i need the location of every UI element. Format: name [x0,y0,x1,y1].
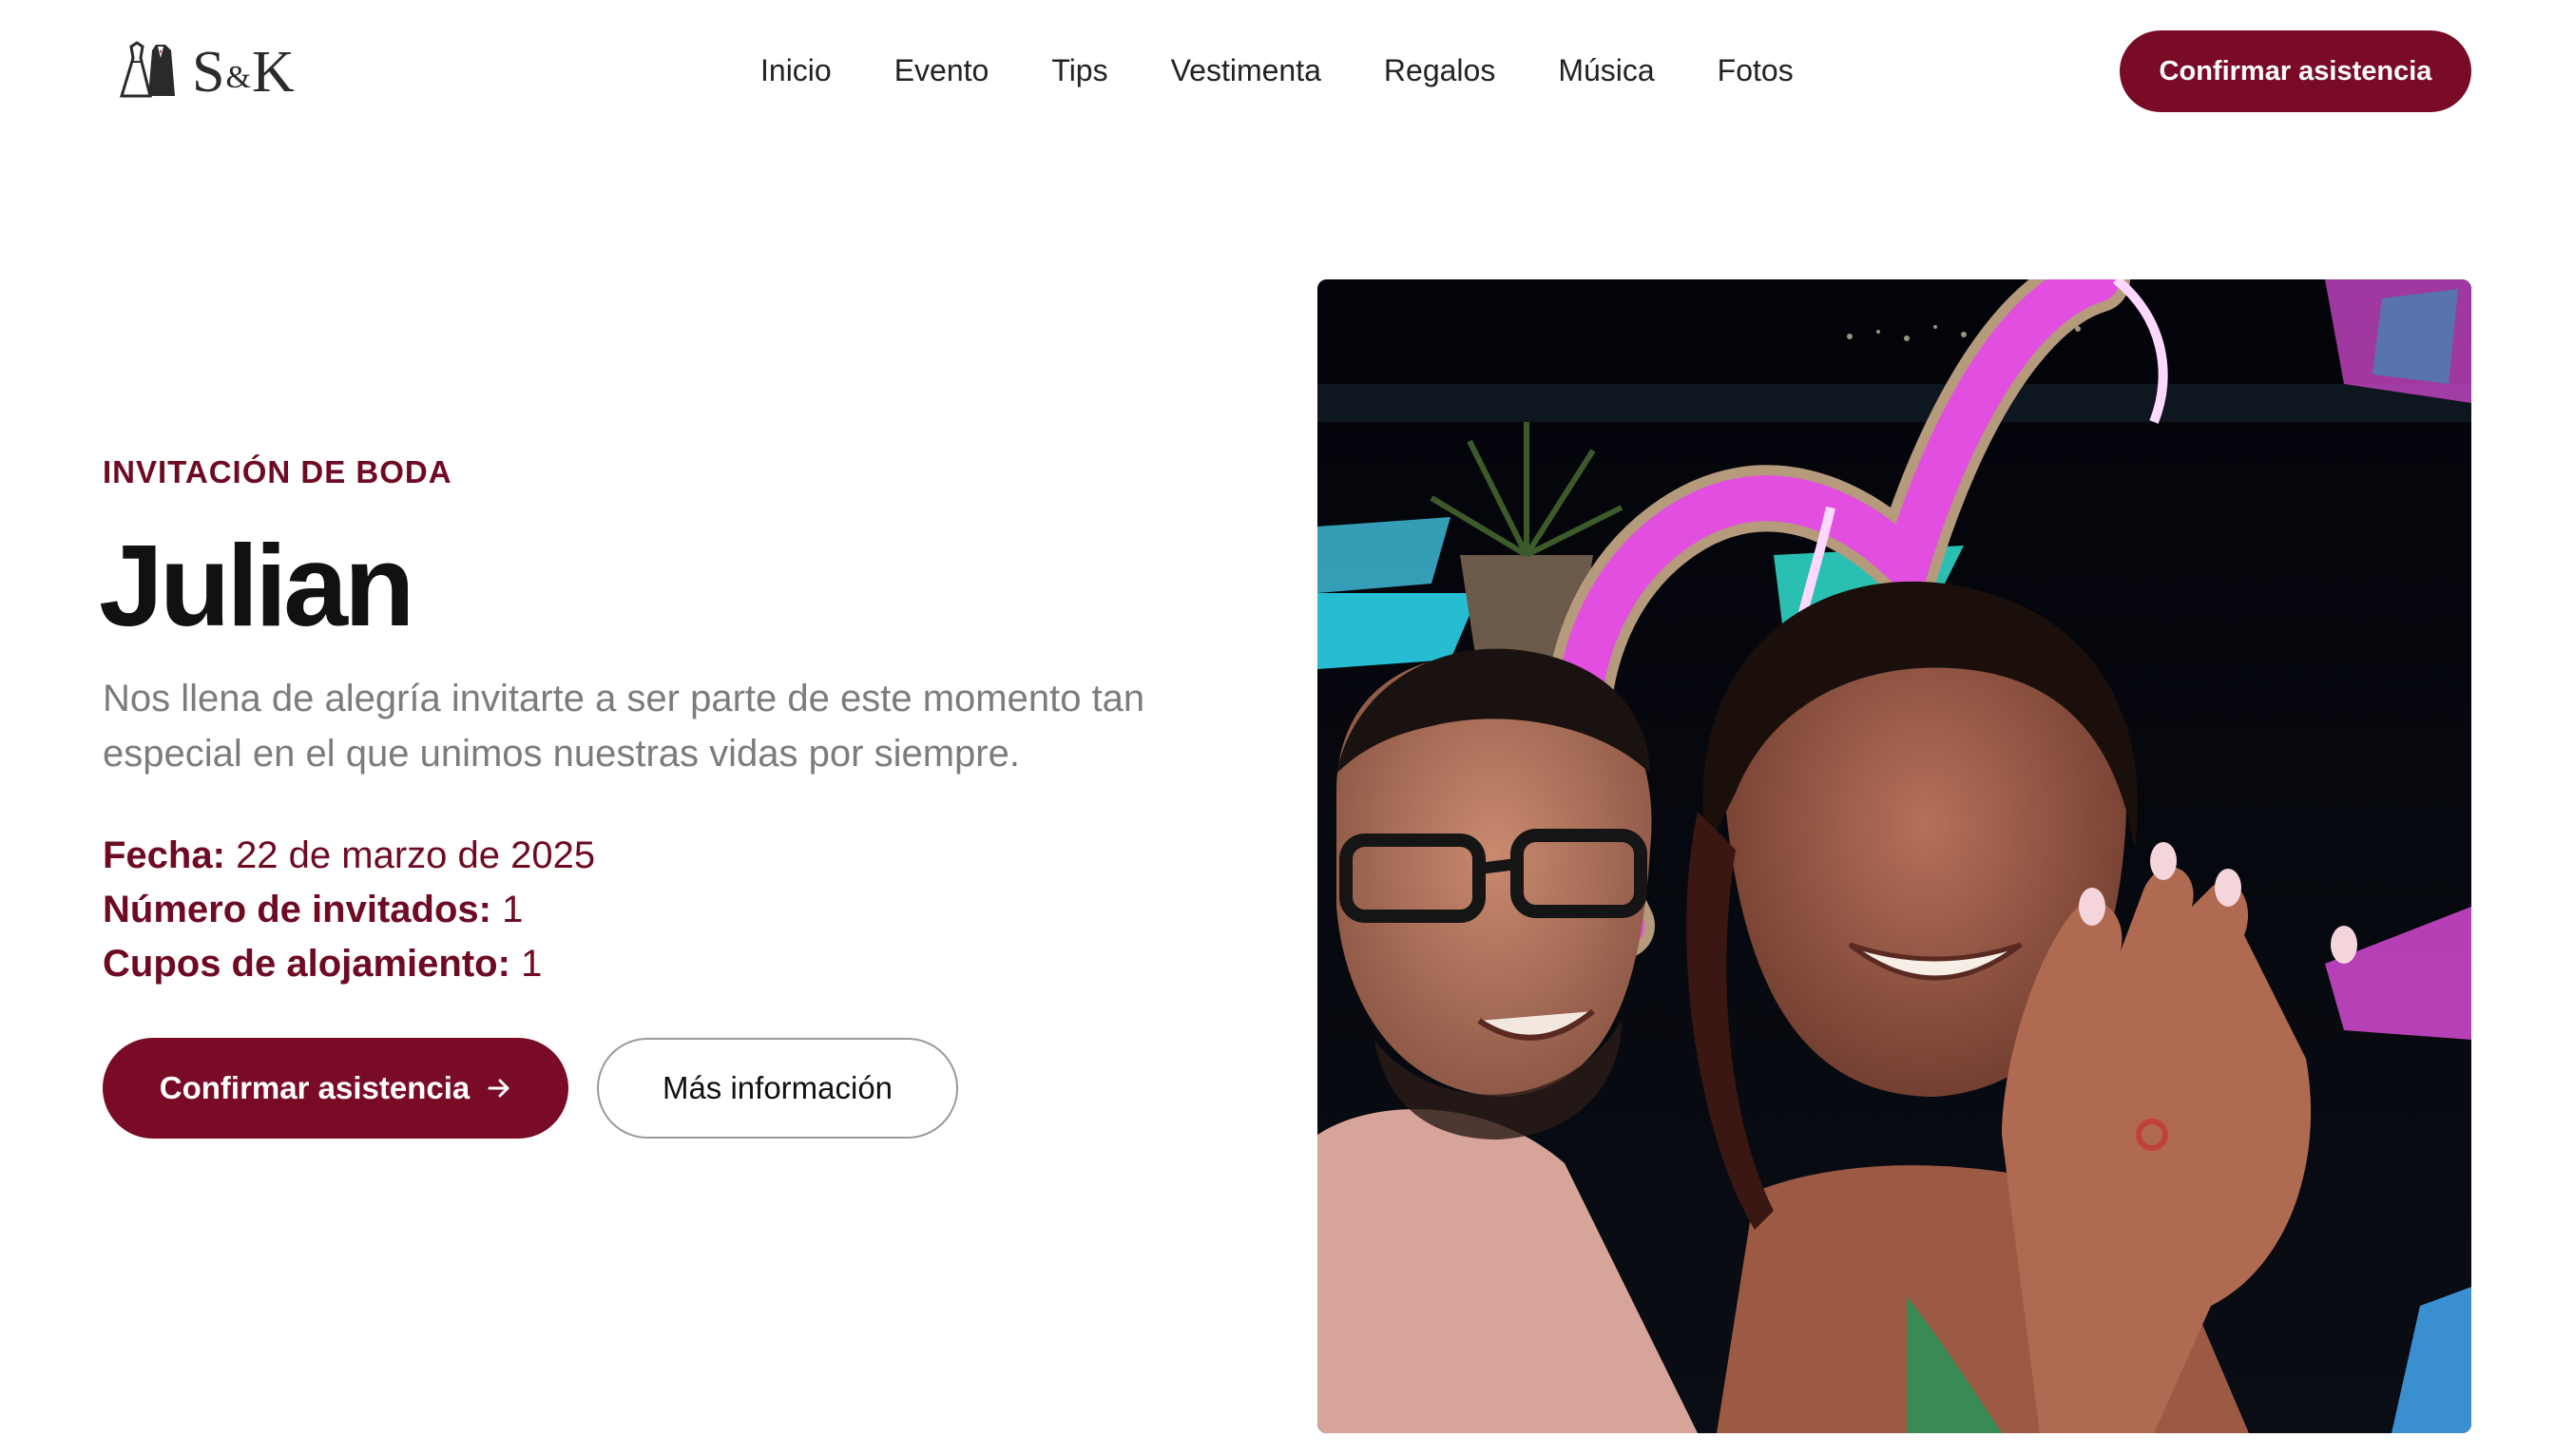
detail-guests: Número de invitados: 1 [103,883,595,937]
nav-item-musica[interactable]: Música [1558,49,1654,91]
detail-date: Fecha: 22 de marzo de 2025 [103,829,595,883]
nav-item-vestimenta[interactable]: Vestimenta [1171,49,1321,91]
wedding-couple-icon [119,41,175,98]
site-header: S&K Inicio Evento Tips Vestimenta Regalo… [0,0,2555,143]
nav-item-evento[interactable]: Evento [894,49,989,91]
detail-value: 1 [521,943,543,985]
hero-eyebrow: INVITACIÓN DE BODA [103,454,452,489]
detail-label: Fecha: [103,834,225,876]
nav-item-fotos[interactable]: Fotos [1718,49,1794,91]
event-details: Fecha: 22 de marzo de 2025 Número de inv… [103,829,595,991]
detail-label: Número de invitados: [103,889,491,930]
hero-description: Nos llena de alegría invitarte a ser par… [103,678,1145,775]
more-info-button[interactable]: Más información [597,1038,958,1139]
detail-value: 1 [502,889,524,930]
hero-title: Julian [99,521,415,650]
arrow-right-icon [488,1079,509,1098]
couple-photo [1317,279,2471,1433]
detail-lodging: Cupos de alojamiento: 1 [103,937,595,991]
detail-label: Cupos de alojamiento: [103,943,510,985]
page: S&K Inicio Evento Tips Vestimenta Regalo… [0,0,2555,1456]
detail-value: 22 de marzo de 2025 [236,834,596,876]
nav-item-tips[interactable]: Tips [1051,49,1107,91]
logo[interactable]: S&K [118,38,296,106]
main-nav: Inicio Evento Tips Vestimenta Regalos Mú… [760,49,1794,91]
nav-item-inicio[interactable]: Inicio [760,49,832,91]
logo-text: S&K [192,40,296,105]
confirm-attendance-button[interactable]: Confirmar asistencia [103,1038,568,1139]
confirm-attendance-label: Confirmar asistencia [159,1070,471,1105]
header-confirm-button[interactable]: Confirmar asistencia [2120,30,2471,112]
nav-item-regalos[interactable]: Regalos [1384,49,1495,91]
